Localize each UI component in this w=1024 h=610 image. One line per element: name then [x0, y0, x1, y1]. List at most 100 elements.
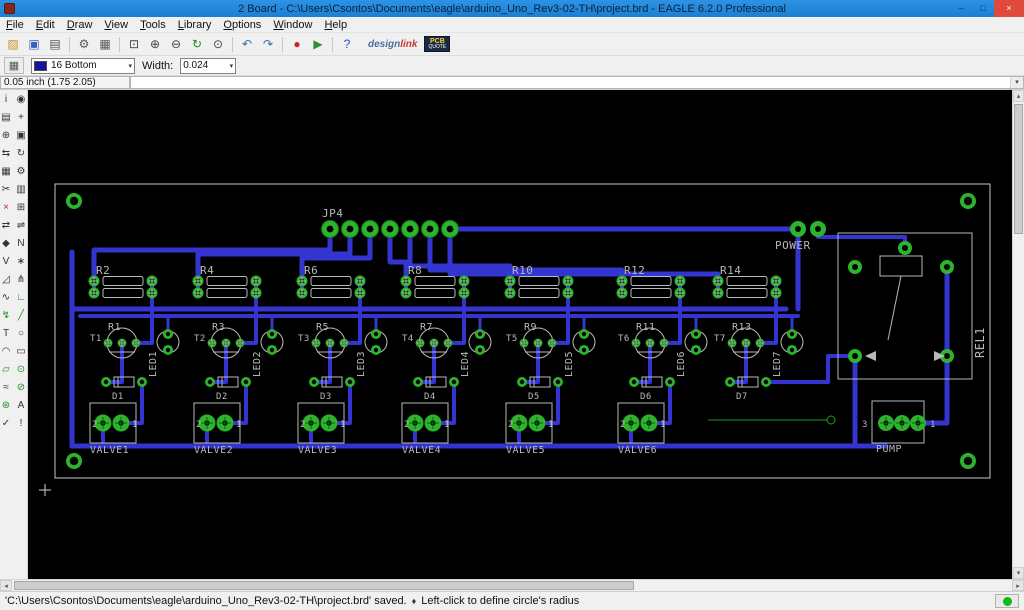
- pcb-drawing[interactable]: JP4 POWER REL1 3 1 PUMP R2 R1 T1 LED1 D1 2 1 VALVE1 R4…: [28, 90, 1012, 579]
- svg-text:LED1: LED1: [148, 351, 159, 377]
- channel-3[interactable]: R6 R5 T3 LED3 D3 2 1 VALVE3: [296, 264, 388, 456]
- board-schematic-icon[interactable]: ▦: [95, 35, 115, 54]
- scroll-up-icon[interactable]: ▴: [1013, 90, 1024, 102]
- hole-tool-icon[interactable]: ⊘: [15, 382, 27, 394]
- scroll-right-icon[interactable]: ▸: [1012, 580, 1024, 591]
- vertical-scroll-thumb[interactable]: [1014, 104, 1023, 234]
- channel-5[interactable]: R10 R9 T5 LED5 D5 2 1 VALVE5: [504, 264, 596, 456]
- horizontal-scroll-thumb[interactable]: [14, 581, 634, 590]
- ratsnest-tool-icon[interactable]: ⊛: [0, 400, 12, 412]
- mounting-hole[interactable]: [66, 453, 82, 469]
- split-tool-icon[interactable]: ⋔: [15, 274, 27, 286]
- auto-tool-icon[interactable]: A: [15, 400, 27, 412]
- grid-settings-icon[interactable]: ▦: [4, 57, 24, 74]
- smash-tool-icon[interactable]: ∗: [15, 256, 27, 268]
- optimize-tool-icon[interactable]: ∿: [0, 292, 12, 304]
- power-connector[interactable]: POWER: [775, 221, 826, 252]
- help-icon[interactable]: ?: [337, 35, 357, 54]
- channel-6[interactable]: R12 R11 T6 LED6 D6 2 1 VALVE6: [616, 264, 708, 456]
- menu-library[interactable]: Library: [172, 18, 218, 32]
- group-tool-icon[interactable]: ▦: [0, 166, 12, 178]
- menu-window[interactable]: Window: [267, 18, 318, 32]
- miter-tool-icon[interactable]: ◿: [0, 274, 12, 286]
- delete-tool-icon[interactable]: ×: [0, 202, 12, 214]
- mark-tool-icon[interactable]: +: [15, 112, 27, 124]
- change-tool-icon[interactable]: ⚙: [15, 166, 27, 178]
- rotate-tool-icon[interactable]: ↻: [15, 148, 27, 160]
- scroll-left-icon[interactable]: ◂: [0, 580, 12, 591]
- zoom-out-icon[interactable]: ⊖: [166, 35, 186, 54]
- mirror-tool-icon[interactable]: ⇆: [0, 148, 12, 160]
- replace-tool-icon[interactable]: ⇌: [15, 220, 27, 232]
- show-tool-icon[interactable]: ◉: [15, 94, 27, 106]
- polygon-tool-icon[interactable]: ▱: [0, 364, 12, 376]
- cam-processor-icon[interactable]: ⚙: [74, 35, 94, 54]
- channel-1[interactable]: R2 R1 T1 LED1 D1 2 1 VALVE1: [88, 264, 180, 456]
- mounting-hole[interactable]: [960, 453, 976, 469]
- info-tool-icon[interactable]: i: [0, 94, 12, 106]
- pinswap-tool-icon[interactable]: ⇄: [0, 220, 12, 232]
- designlink-logo[interactable]: designlink: [368, 39, 417, 50]
- cut-tool-icon[interactable]: ✂: [0, 184, 12, 196]
- save-icon[interactable]: ▣: [24, 35, 44, 54]
- menu-edit[interactable]: Edit: [30, 18, 61, 32]
- command-combo[interactable]: ▾: [130, 76, 1024, 89]
- wire-tool-icon[interactable]: ╱: [15, 310, 27, 322]
- maximize-button[interactable]: □: [972, 0, 994, 17]
- zoom-in-icon[interactable]: ⊕: [145, 35, 165, 54]
- via-tool-icon[interactable]: ⊙: [15, 364, 27, 376]
- signal-tool-icon[interactable]: ≈: [0, 382, 12, 394]
- move-tool-icon[interactable]: ⊕: [0, 130, 12, 142]
- horizontal-scrollbar[interactable]: ◂ ▸: [0, 579, 1024, 591]
- pcb-quote-button[interactable]: PCB QUOTE: [424, 36, 451, 52]
- stop-icon[interactable]: ●: [287, 35, 307, 54]
- vertical-scrollbar[interactable]: ▴ ▾: [1012, 90, 1024, 579]
- jp4-header[interactable]: JP4: [321, 207, 459, 238]
- display-tool-icon[interactable]: ▤: [0, 112, 12, 124]
- zoom-select-icon[interactable]: ⊙: [208, 35, 228, 54]
- chevron-down-icon[interactable]: ▾: [1010, 77, 1023, 88]
- copy-tool-icon[interactable]: ▣: [15, 130, 27, 142]
- status-bar: 'C:\Users\Csontos\Documents\eagle\arduin…: [0, 591, 1024, 610]
- value-tool-icon[interactable]: V: [0, 256, 12, 268]
- name-tool-icon[interactable]: N: [15, 238, 27, 250]
- arc-tool-icon[interactable]: ◠: [0, 346, 12, 358]
- command-input[interactable]: [131, 77, 1010, 88]
- svg-text:1: 1: [132, 420, 138, 430]
- open-icon[interactable]: ▨: [3, 35, 23, 54]
- zoom-redraw-icon[interactable]: ↻: [187, 35, 207, 54]
- relay-rel1[interactable]: REL1: [837, 232, 987, 380]
- menu-draw[interactable]: Draw: [61, 18, 99, 32]
- ripup-tool-icon[interactable]: ↯: [0, 310, 12, 322]
- menu-options[interactable]: Options: [217, 18, 267, 32]
- drc-tool-icon[interactable]: ✓: [0, 418, 12, 430]
- add-tool-icon[interactable]: ⊞: [15, 202, 27, 214]
- titlebar[interactable]: 2 Board - C:\Users\Csontos\Documents\eag…: [0, 0, 1024, 17]
- mounting-hole[interactable]: [66, 193, 82, 209]
- redo-icon[interactable]: ↷: [258, 35, 278, 54]
- width-select[interactable]: 0.024 ▾: [180, 57, 237, 74]
- paste-tool-icon[interactable]: ▥: [15, 184, 27, 196]
- scroll-down-icon[interactable]: ▾: [1013, 567, 1024, 579]
- undo-icon[interactable]: ↶: [237, 35, 257, 54]
- minimize-button[interactable]: –: [950, 0, 972, 17]
- board-canvas[interactable]: JP4 POWER REL1 3 1 PUMP R2 R1 T1 LED1 D1 2 1 VALVE1 R4…: [28, 90, 1012, 579]
- route-tool-icon[interactable]: ∟: [15, 292, 27, 304]
- mounting-hole[interactable]: [960, 193, 976, 209]
- rect-tool-icon[interactable]: ▭: [15, 346, 27, 358]
- run-script-icon[interactable]: ▶: [308, 35, 328, 54]
- lock-tool-icon[interactable]: ◆: [0, 238, 12, 250]
- zoom-fit-icon[interactable]: ⊡: [124, 35, 144, 54]
- menu-view[interactable]: View: [98, 18, 134, 32]
- channel-2[interactable]: R4 R3 T2 LED2 D2 2 1 VALVE2: [192, 264, 284, 456]
- print-icon[interactable]: ▤: [45, 35, 65, 54]
- text-tool-icon[interactable]: T: [0, 328, 12, 340]
- layer-select[interactable]: 16 Bottom ▾: [31, 57, 135, 74]
- menu-help[interactable]: Help: [318, 18, 353, 32]
- channel-4[interactable]: R8 R7 T4 LED4 D4 2 1 VALVE4: [400, 264, 492, 456]
- close-button[interactable]: ×: [994, 0, 1024, 17]
- menu-tools[interactable]: Tools: [134, 18, 172, 32]
- menu-file[interactable]: File: [0, 18, 30, 32]
- circle-tool-icon[interactable]: ○: [15, 328, 27, 340]
- errors-tool-icon[interactable]: !: [15, 418, 27, 430]
